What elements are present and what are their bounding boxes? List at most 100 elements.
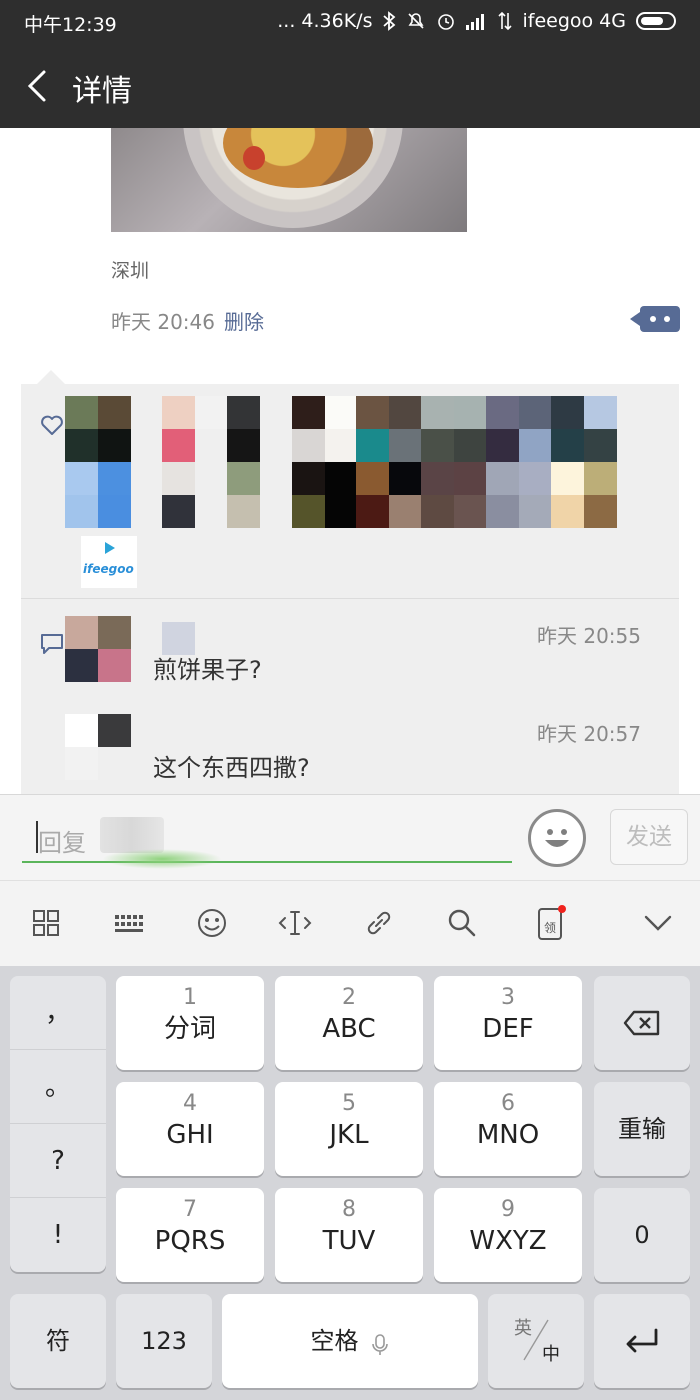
key-number: 7 — [183, 1197, 197, 1222]
key-number: 9 — [501, 1197, 515, 1222]
backspace-key[interactable] — [594, 976, 690, 1070]
cursor-move-icon[interactable] — [277, 905, 313, 941]
search-icon[interactable] — [444, 905, 480, 941]
reply-bar: 回复 发送 — [0, 794, 700, 880]
post-location[interactable]: 深圳 — [111, 256, 149, 283]
avatar[interactable] — [356, 462, 422, 528]
key-number: 1 — [183, 985, 197, 1010]
keyboard-icon[interactable] — [111, 905, 147, 941]
avatar[interactable] — [551, 462, 617, 528]
space-key[interactable]: 空格 — [222, 1294, 478, 1388]
comment-time: 昨天 20:57 — [537, 722, 641, 746]
key-4[interactable]: 4 GHI — [116, 1082, 264, 1176]
comment-time: 昨天 20:55 — [537, 624, 641, 648]
key-label: 符 — [46, 1327, 70, 1355]
avatar[interactable] — [551, 396, 617, 462]
avatar[interactable] — [65, 714, 131, 780]
send-button[interactable]: 发送 — [610, 809, 688, 865]
key-label: GHI — [166, 1120, 214, 1150]
key-2[interactable]: 2 ABC — [275, 976, 423, 1070]
status-time: 中午12:39 — [24, 14, 117, 36]
avatar[interactable] — [162, 462, 228, 528]
key-8[interactable]: 8 TUV — [275, 1188, 423, 1282]
key-5[interactable]: 5 JKL — [275, 1082, 423, 1176]
coupon-icon[interactable]: 领 — [532, 905, 568, 941]
avatar[interactable] — [486, 462, 552, 528]
tomato-shape — [243, 146, 265, 170]
comment-menu-button[interactable] — [630, 306, 680, 332]
reply-input[interactable]: 回复 — [22, 813, 512, 869]
key-label: 重输 — [618, 1115, 666, 1143]
avatar[interactable] — [65, 616, 131, 682]
page-title: 详情 — [72, 74, 132, 109]
key-1[interactable]: 1 分词 — [116, 976, 264, 1070]
avatar[interactable] — [486, 396, 552, 462]
punct-key-question[interactable]: ? — [10, 1124, 106, 1198]
post-photo[interactable] — [111, 128, 467, 232]
battery-icon — [636, 12, 676, 30]
text-cursor — [36, 821, 38, 853]
logo-text: ifeegoo — [83, 562, 134, 576]
comment-icon — [41, 634, 63, 654]
post-detail: 深圳 昨天 20:46 删除 ifeegoo 昨天 20:55 煎饼果子? 昨天… — [0, 128, 700, 794]
comment-item[interactable]: 昨天 20:55 煎饼果子? — [65, 616, 665, 706]
symbol-key[interactable]: 符 — [10, 1294, 106, 1388]
heart-icon — [41, 415, 63, 435]
key-label: 0 — [634, 1221, 650, 1249]
avatar[interactable] — [65, 396, 131, 462]
back-arrow-icon[interactable] — [16, 64, 60, 108]
svg-text:领: 领 — [544, 921, 556, 935]
language-switch-key[interactable]: 英 中 — [488, 1294, 584, 1388]
emoji-button[interactable] — [528, 809, 586, 867]
smiley-icon — [545, 829, 569, 847]
punct-key-comma[interactable]: ， — [10, 976, 106, 1050]
avatar[interactable] — [292, 462, 358, 528]
punct-key-period[interactable]: 。 — [10, 1050, 106, 1124]
avatar[interactable] — [65, 462, 131, 528]
reply-target-blur — [100, 817, 164, 853]
comment-text: 煎饼果子? — [153, 656, 262, 684]
key-number: 4 — [183, 1091, 197, 1116]
chevron-down-icon[interactable] — [640, 905, 676, 941]
comment-item[interactable]: 昨天 20:57 这个东西四撒? — [65, 714, 665, 794]
signal-icon — [466, 14, 485, 30]
key-3[interactable]: 3 DEF — [434, 976, 582, 1070]
enter-key[interactable] — [594, 1294, 690, 1388]
avatar[interactable] — [292, 396, 358, 462]
nav-bar: 详情 — [0, 44, 700, 128]
avatar[interactable] — [227, 396, 293, 462]
emoji-icon[interactable] — [194, 905, 230, 941]
menu-dot — [650, 316, 656, 322]
delete-link[interactable]: 删除 — [224, 306, 264, 335]
number-mode-key[interactable]: 123 — [116, 1294, 212, 1388]
punctuation-column: ， 。 ? ! — [10, 976, 106, 1272]
comment-text: 这个东西四撒? — [153, 754, 310, 782]
avatar[interactable] — [227, 462, 293, 528]
avatar[interactable] — [162, 396, 228, 462]
key-label: PQRS — [154, 1226, 226, 1256]
key-number: 5 — [342, 1091, 356, 1116]
link-icon[interactable] — [361, 905, 397, 941]
avatar[interactable] — [421, 396, 487, 462]
key-7[interactable]: 7 PQRS — [116, 1188, 264, 1282]
key-label: 空格 — [310, 1327, 359, 1355]
key-label: MNO — [476, 1120, 540, 1150]
ifeegoo-avatar[interactable]: ifeegoo — [81, 536, 137, 588]
key-number: 2 — [342, 985, 356, 1010]
grid-menu-icon[interactable] — [28, 905, 64, 941]
key-9[interactable]: 9 WXYZ — [434, 1188, 582, 1282]
punct-key-exclamation[interactable]: ! — [10, 1198, 106, 1272]
microphone-icon — [371, 1333, 388, 1355]
avatar[interactable] — [356, 396, 422, 462]
key-6[interactable]: 6 MNO — [434, 1082, 582, 1176]
key-0[interactable]: 0 — [594, 1188, 690, 1282]
key-number: 8 — [342, 1197, 356, 1222]
ime-toolbar: 领 — [0, 880, 700, 966]
mute-icon — [408, 13, 425, 29]
reenter-key[interactable]: 重输 — [594, 1082, 690, 1176]
key-label: 分词 — [163, 1014, 216, 1044]
network-speed: ... 4.36K/s — [277, 10, 373, 32]
avatar[interactable] — [421, 462, 487, 528]
lang-zh-label: 中 — [542, 1344, 560, 1365]
divider — [21, 598, 679, 599]
